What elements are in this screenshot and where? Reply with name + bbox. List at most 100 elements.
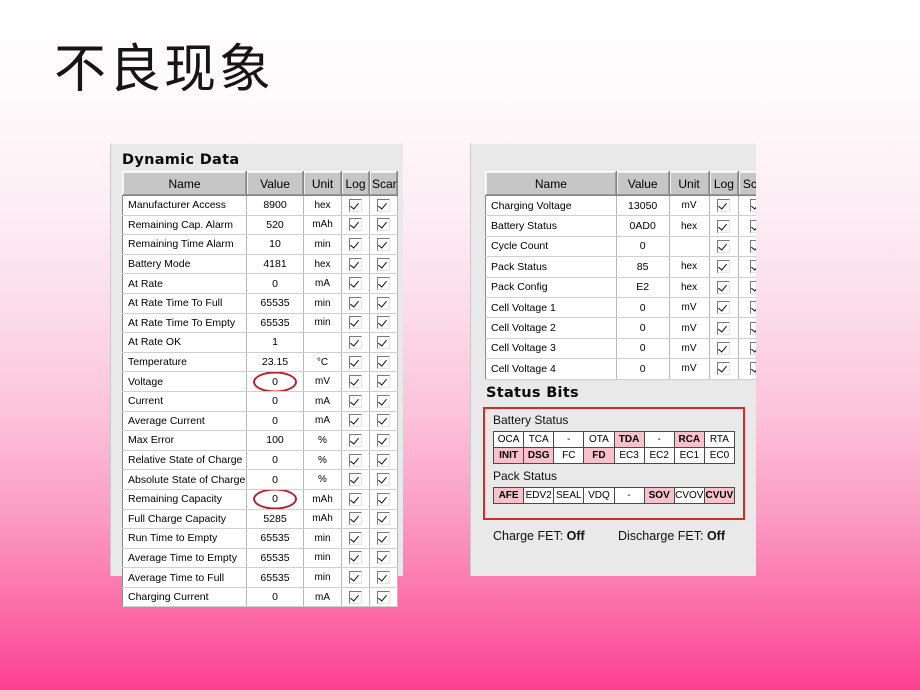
table-row[interactable]: Cell Voltage 4 0 mV bbox=[485, 358, 756, 380]
checkmark-icon[interactable] bbox=[349, 571, 362, 585]
checkbox-log[interactable] bbox=[709, 277, 740, 298]
checkbox-log[interactable] bbox=[341, 587, 370, 608]
checkmark-icon[interactable] bbox=[377, 198, 390, 212]
table-row[interactable]: Current 0 mA bbox=[122, 391, 398, 412]
table-row[interactable]: Battery Status 0AD0 hex bbox=[485, 215, 756, 237]
checkbox-scan[interactable] bbox=[369, 293, 398, 314]
table-row[interactable]: Battery Mode 4181 hex bbox=[122, 254, 398, 275]
cell-value[interactable]: 0 bbox=[246, 469, 304, 490]
dynamic-data-table[interactable]: Name Value Unit Log Scan Manufacturer Access… bbox=[122, 171, 398, 608]
checkbox-scan[interactable] bbox=[369, 195, 398, 216]
battery-status-bits-row2[interactable]: INIT DSG FC FD EC3 EC2 EC1 EC0 bbox=[492, 447, 736, 464]
checkbox-scan[interactable] bbox=[738, 277, 756, 298]
table-row[interactable]: Temperature 23.15 °C bbox=[122, 352, 398, 373]
status-bit-cvov[interactable]: CVOV bbox=[673, 487, 705, 504]
checkbox-scan[interactable] bbox=[369, 528, 398, 549]
checkbox-scan[interactable] bbox=[369, 548, 398, 569]
checkbox-scan[interactable] bbox=[369, 489, 398, 510]
table-row[interactable]: Remaining Time Alarm 10 min bbox=[122, 234, 398, 255]
status-bit-ec3[interactable]: EC3 bbox=[613, 447, 645, 464]
checkbox-log[interactable] bbox=[709, 358, 740, 380]
table-row[interactable]: Average Time to Empty 65535 min bbox=[122, 548, 398, 569]
checkbox-log[interactable] bbox=[341, 371, 370, 392]
checkmark-icon[interactable] bbox=[377, 375, 390, 389]
table-row[interactable]: Remaining Cap. Alarm 520 mAh bbox=[122, 215, 398, 236]
status-bit-fd[interactable]: FD bbox=[583, 447, 615, 464]
pack-status-bits-row1[interactable]: AFE EDV2 SEAL VDQ - SOV CVOV CVUV bbox=[492, 487, 736, 504]
checkmark-icon[interactable] bbox=[377, 277, 390, 291]
checkmark-icon[interactable] bbox=[750, 362, 756, 376]
cell-value[interactable]: 520 bbox=[246, 215, 304, 236]
checkmark-icon[interactable] bbox=[349, 375, 362, 389]
status-bit-ec2[interactable]: EC2 bbox=[643, 447, 675, 464]
cell-value[interactable]: 0 bbox=[616, 317, 670, 339]
status-bit-afe[interactable]: AFE bbox=[492, 487, 525, 504]
checkmark-icon[interactable] bbox=[717, 199, 731, 213]
checkbox-log[interactable] bbox=[709, 215, 740, 237]
cell-value[interactable]: 0 bbox=[246, 391, 304, 412]
checkmark-icon[interactable] bbox=[377, 394, 390, 408]
checkmark-icon[interactable] bbox=[349, 355, 362, 369]
checkmark-icon[interactable] bbox=[349, 551, 362, 565]
status-bit-ec1[interactable]: EC1 bbox=[673, 447, 705, 464]
cell-value[interactable]: 0 bbox=[616, 338, 670, 360]
checkmark-icon[interactable] bbox=[377, 551, 390, 565]
status-bit-dsg[interactable]: DSG bbox=[523, 447, 555, 464]
column-header-scan[interactable]: Scan bbox=[369, 171, 398, 196]
table-row[interactable]: Cell Voltage 3 0 mV bbox=[485, 338, 756, 360]
battery-status-bits-row1[interactable]: OCA TCA - OTA TDA - RCA RTA bbox=[492, 431, 736, 448]
cell-value[interactable]: 0AD0 bbox=[616, 215, 670, 237]
checkmark-icon[interactable] bbox=[717, 301, 731, 315]
cell-value[interactable]: 0 bbox=[246, 273, 304, 294]
checkbox-log[interactable] bbox=[341, 195, 370, 216]
checkmark-icon[interactable] bbox=[377, 571, 390, 585]
checkmark-icon[interactable] bbox=[377, 453, 390, 467]
checkmark-icon[interactable] bbox=[349, 531, 362, 545]
column-header-name[interactable]: Name bbox=[485, 171, 617, 196]
checkmark-icon[interactable] bbox=[377, 492, 390, 506]
cell-value[interactable]: E2 bbox=[616, 277, 670, 298]
checkbox-log[interactable] bbox=[341, 391, 370, 412]
checkbox-scan[interactable] bbox=[369, 352, 398, 373]
checkbox-scan[interactable] bbox=[369, 215, 398, 236]
checkbox-scan[interactable] bbox=[738, 297, 756, 319]
checkbox-scan[interactable] bbox=[369, 234, 398, 255]
table-row[interactable]: Charging Current 0 mA bbox=[122, 587, 398, 608]
checkbox-scan[interactable] bbox=[369, 450, 398, 471]
checkbox-log[interactable] bbox=[341, 273, 370, 294]
checkmark-icon[interactable] bbox=[377, 414, 390, 428]
cell-value[interactable]: 0 bbox=[616, 297, 670, 319]
checkbox-log[interactable] bbox=[341, 313, 370, 334]
checkmark-icon[interactable] bbox=[349, 198, 362, 212]
checkmark-icon[interactable] bbox=[349, 473, 362, 487]
checkbox-log[interactable] bbox=[341, 528, 370, 549]
checkbox-log[interactable] bbox=[709, 297, 740, 319]
column-header-name[interactable]: Name bbox=[122, 171, 247, 196]
checkmark-icon[interactable] bbox=[377, 316, 390, 330]
cell-value[interactable]: 10 bbox=[246, 234, 304, 255]
table-row[interactable]: Manufacturer Access 8900 hex bbox=[122, 195, 398, 216]
checkmark-icon[interactable] bbox=[377, 218, 390, 232]
checkbox-scan[interactable] bbox=[369, 509, 398, 530]
status-bit-init[interactable]: INIT bbox=[492, 447, 525, 464]
checkmark-icon[interactable] bbox=[717, 362, 731, 376]
checkbox-log[interactable] bbox=[341, 293, 370, 314]
status-bit-fc[interactable]: FC bbox=[553, 447, 585, 464]
column-header-value[interactable]: Value bbox=[615, 171, 670, 196]
checkbox-scan[interactable] bbox=[369, 254, 398, 275]
status-bit-rta[interactable]: RTA bbox=[703, 431, 736, 448]
table-row[interactable]: Pack Config E2 hex bbox=[485, 277, 756, 298]
status-bit-ota[interactable]: OTA bbox=[583, 431, 615, 448]
table-row[interactable]: At Rate 0 mA bbox=[122, 273, 398, 294]
status-bit-vdq[interactable]: VDQ bbox=[583, 487, 615, 504]
checkmark-icon[interactable] bbox=[349, 237, 362, 251]
cell-value[interactable]: 23.15 bbox=[246, 352, 304, 373]
checkmark-icon[interactable] bbox=[717, 260, 731, 274]
checkmark-icon[interactable] bbox=[349, 433, 362, 447]
checkmark-icon[interactable] bbox=[750, 301, 756, 315]
cell-value[interactable]: 100 bbox=[246, 430, 304, 451]
table-row[interactable]: Voltage 0 mV bbox=[122, 371, 398, 392]
checkmark-icon[interactable] bbox=[349, 414, 362, 428]
checkbox-log[interactable] bbox=[341, 509, 370, 530]
table-row[interactable]: Average Time to Full 65535 min bbox=[122, 567, 398, 588]
